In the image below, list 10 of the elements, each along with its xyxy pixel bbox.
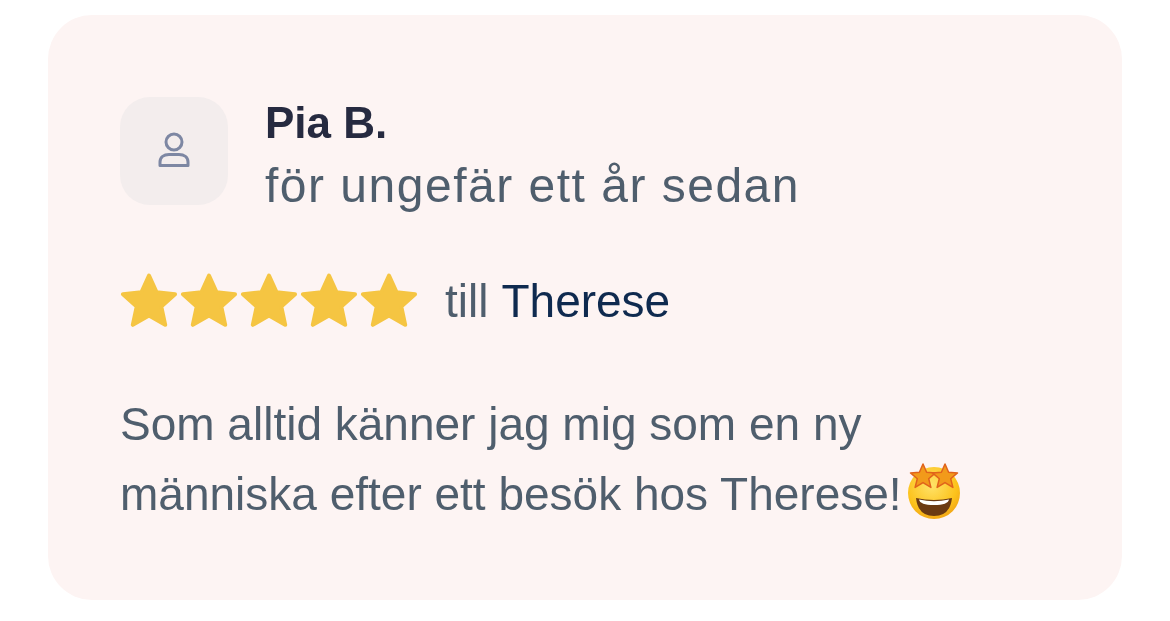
recipient-label: till — [445, 274, 489, 329]
review-text: Som alltid känner jag mig som en ny människa efter ett besök hos Therese! — [120, 398, 902, 520]
review-time: för ungefär ett år sedan — [265, 158, 800, 214]
star-icon — [300, 273, 358, 329]
recipient-link[interactable]: Therese — [501, 273, 671, 329]
author-name: Pia B. — [265, 97, 388, 149]
star-icon — [240, 273, 298, 329]
star-icon — [180, 273, 238, 329]
star-icon — [360, 273, 418, 329]
star-icon — [120, 273, 178, 329]
